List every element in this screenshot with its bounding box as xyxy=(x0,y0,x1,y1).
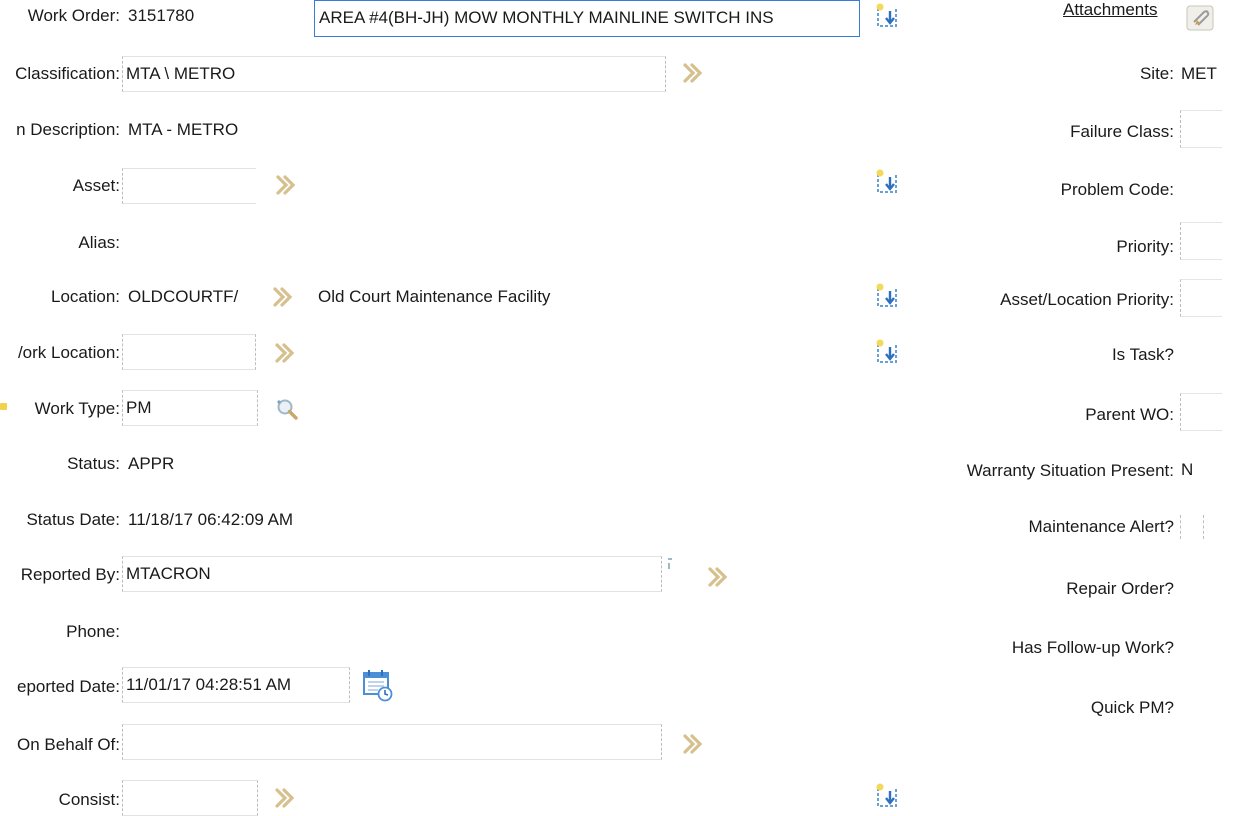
calendar-icon[interactable] xyxy=(362,668,394,702)
work-location-input[interactable] xyxy=(122,334,256,370)
reported-by-chevron-icon[interactable] xyxy=(705,564,731,590)
failure-class-input[interactable] xyxy=(1180,110,1222,148)
alias-label: Alias: xyxy=(78,233,120,252)
work-order-label: Work Order: xyxy=(27,6,120,25)
phone-label: Phone: xyxy=(66,622,120,641)
status-label: Status: xyxy=(67,454,120,473)
priority-input[interactable] xyxy=(1180,222,1222,260)
asset-input[interactable] xyxy=(122,168,256,204)
is-task-label: Is Task? xyxy=(1111,345,1174,364)
asset-label: Asset: xyxy=(72,176,120,195)
status-date-value: 11/18/17 06:42:09 AM xyxy=(128,510,294,529)
follow-up-label: Has Follow-up Work? xyxy=(1011,638,1174,657)
class-description-label: n Description: xyxy=(16,120,120,139)
classification-chevron-icon[interactable] xyxy=(680,60,706,86)
class-description-value: MTA - METRO xyxy=(128,120,239,139)
consist-long-description-icon[interactable] xyxy=(873,782,901,810)
parent-wo-input[interactable] xyxy=(1180,393,1222,431)
attachments-icon[interactable] xyxy=(1184,2,1218,32)
site-label: Site: xyxy=(1139,64,1174,83)
reported-by-label: Reported By: xyxy=(20,565,120,584)
location-value: OLDCOURTF/ xyxy=(128,287,239,306)
parent-wo-label: Parent WO: xyxy=(1085,405,1174,424)
warranty-value: N xyxy=(1181,460,1194,479)
long-description-icon[interactable] xyxy=(873,2,901,30)
location-label: Location: xyxy=(51,287,120,306)
failure-class-label: Failure Class: xyxy=(1070,122,1174,141)
location-description: Old Court Maintenance Facility xyxy=(318,287,551,306)
status-date-label: Status Date: xyxy=(26,510,120,529)
repair-order-label: Repair Order? xyxy=(1066,579,1174,598)
on-behalf-of-label: On Behalf Of: xyxy=(17,735,120,754)
work-type-lookup-icon[interactable] xyxy=(272,395,302,425)
status-value: APPR xyxy=(128,454,175,473)
work-type-label: Work Type: xyxy=(34,399,120,418)
reported-date-label: eported Date: xyxy=(16,677,120,696)
asset-long-description-icon[interactable] xyxy=(873,168,901,196)
on-behalf-of-input[interactable] xyxy=(122,724,662,760)
reported-by-menu-icon[interactable] xyxy=(668,558,674,572)
location-long-description-icon[interactable] xyxy=(873,282,901,310)
attachments-link[interactable]: Attachments xyxy=(1063,0,1158,20)
consist-input[interactable] xyxy=(122,780,258,816)
work-order-description-input[interactable]: AREA #4(BH-JH) MOW MONTHLY MAINLINE SWIT… xyxy=(314,0,860,37)
location-chevron-icon[interactable] xyxy=(270,284,296,310)
work-location-label: /ork Location: xyxy=(17,343,120,362)
reported-by-input[interactable]: MTACRON xyxy=(122,556,662,592)
consist-chevron-icon[interactable] xyxy=(272,785,298,811)
asset-location-priority-label: Asset/Location Priority: xyxy=(1000,290,1174,309)
work-location-chevron-icon[interactable] xyxy=(272,340,298,366)
work-order-value: 3151780 xyxy=(128,6,195,25)
work-location-long-description-icon[interactable] xyxy=(873,338,901,366)
classification-label: Classification: xyxy=(15,64,120,83)
asset-chevron-icon[interactable] xyxy=(273,172,299,198)
site-value: MET xyxy=(1181,64,1217,83)
problem-code-label: Problem Code: xyxy=(1060,180,1174,199)
work-type-input[interactable]: PM xyxy=(122,390,258,426)
asset-location-priority-input[interactable] xyxy=(1180,279,1222,317)
reported-date-input[interactable]: 11/01/17 04:28:51 AM xyxy=(122,667,350,703)
consist-label: Consist: xyxy=(58,790,120,809)
quick-pm-label: Quick PM? xyxy=(1090,698,1174,717)
maintenance-alert-label: Maintenance Alert? xyxy=(1028,517,1174,536)
warranty-label: Warranty Situation Present: xyxy=(966,461,1174,480)
classification-input[interactable]: MTA \ METRO xyxy=(122,56,666,92)
maintenance-alert-checkbox[interactable] xyxy=(1180,515,1204,539)
on-behalf-of-chevron-icon[interactable] xyxy=(680,731,706,757)
priority-label: Priority: xyxy=(1116,237,1174,256)
